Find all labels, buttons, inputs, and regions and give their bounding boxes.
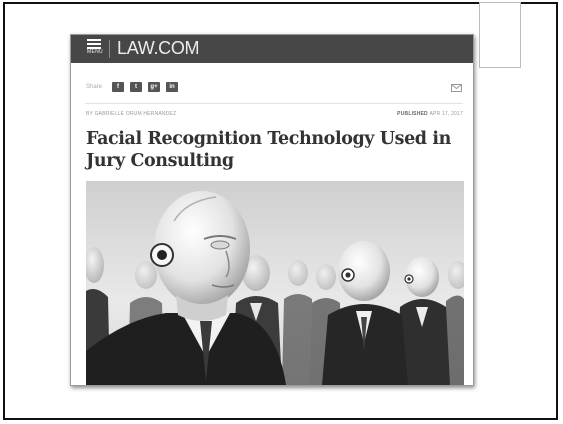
twitter-icon[interactable]: t — [130, 82, 142, 92]
article-byline[interactable]: BY GABRIELLE ORUM HERNÁNDEZ — [86, 111, 176, 117]
facebook-icon[interactable]: f — [112, 82, 124, 92]
article-headline: Facial Recognition Technology Used in Ju… — [86, 129, 451, 171]
site-header: MENU LAW.COM — [71, 35, 473, 63]
hero-image-robots-in-suits — [86, 181, 464, 385]
google-plus-icon[interactable]: g+ — [148, 82, 160, 92]
menu-label: MENU — [87, 49, 103, 55]
article-published: PUBLISHED APR 17, 2017 — [397, 111, 463, 117]
linkedin-icon[interactable]: in — [166, 82, 178, 92]
site-logo[interactable]: LAW.COM — [117, 37, 200, 59]
header-divider — [109, 40, 110, 58]
published-date: APR 17, 2017 — [429, 111, 463, 117]
share-divider — [85, 103, 463, 104]
mail-icon[interactable] — [451, 84, 462, 92]
article-screenshot: MENU LAW.COM Share f t g+ in BY GABRIELL… — [70, 34, 474, 386]
menu-button[interactable]: MENU — [87, 39, 105, 59]
hamburger-icon — [87, 39, 101, 41]
share-label: Share — [86, 84, 103, 90]
published-label: PUBLISHED — [397, 111, 428, 117]
corner-placeholder-box — [479, 2, 521, 68]
